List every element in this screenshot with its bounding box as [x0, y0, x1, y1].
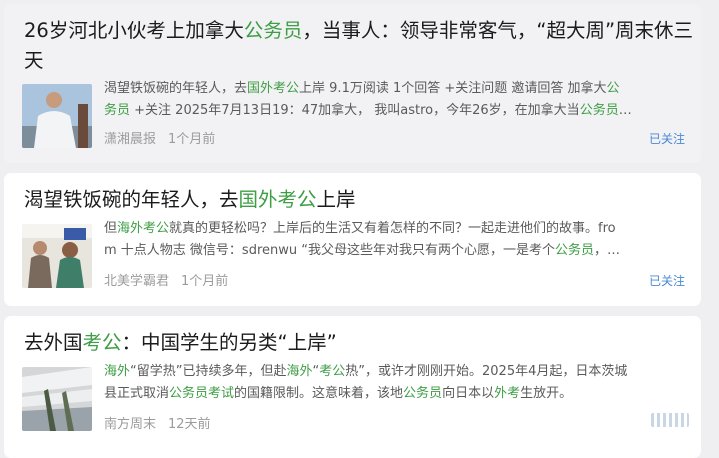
article-snippet: 海外“留学热”已持续多年，但赴海外“考公热”，或许才刚刚开始。2025年4月起，…: [104, 364, 628, 401]
article-card[interactable]: 26岁河北小伙考上加拿大公务员，当事人：领导非常客气，“超大周”周末休三 天 渴…: [4, 4, 701, 163]
article-card[interactable]: 渴望铁饭碗的年轻人，去国外考公上岸 但海外考公就真的更轻松吗？上岸后的生活又有着…: [4, 173, 701, 306]
article-title[interactable]: 去外国考公：中国学生的另类“上岸”: [24, 328, 337, 358]
article-card[interactable]: 去外国考公：中国学生的另类“上岸” 海外“留学热”已持续多年，但赴海外“考公热”…: [4, 316, 701, 458]
article-meta: 南方周末 12天前: [104, 413, 211, 432]
article-thumbnail[interactable]: [22, 224, 92, 288]
article-time: 1个月前: [168, 132, 216, 147]
article-source[interactable]: 潇湘晨报: [104, 132, 156, 147]
article-title[interactable]: 渴望铁饭碗的年轻人，去国外考公上岸: [24, 185, 356, 215]
article-time: 1个月前: [181, 274, 229, 289]
followed-button[interactable]: 已关注: [649, 130, 685, 147]
partial-overlay-element: [651, 413, 689, 427]
article-time: 12天前: [168, 417, 211, 432]
followed-button[interactable]: 已关注: [649, 272, 685, 289]
article-thumbnail[interactable]: [22, 84, 92, 148]
article-meta: 潇湘晨报 1个月前: [104, 128, 215, 147]
article-source[interactable]: 南方周末: [104, 417, 156, 432]
article-source[interactable]: 北美学霸君: [104, 274, 169, 289]
article-meta: 北美学霸君 1个月前: [104, 270, 228, 289]
article-title[interactable]: 26岁河北小伙考上加拿大公务员，当事人：领导非常客气，“超大周”周末休三 天: [24, 16, 693, 76]
article-snippet: 但海外考公就真的更轻松吗？上岸后的生活又有着怎样的不同？一起走进他们的故事。fr…: [104, 221, 621, 258]
article-snippet: 渴望铁饭碗的年轻人，去国外考公上岸 9.1万阅读 1个回答 +关注问题 邀请回答…: [104, 81, 632, 118]
article-thumbnail[interactable]: [22, 367, 92, 431]
